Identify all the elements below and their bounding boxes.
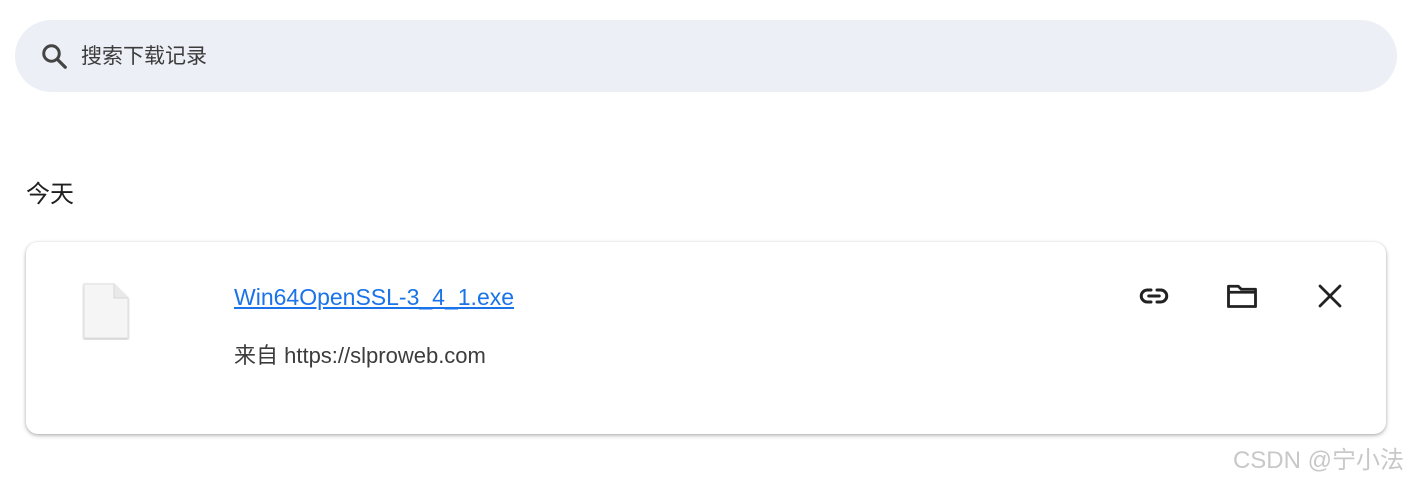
download-filename-link[interactable]: Win64OpenSSL-3_4_1.exe	[234, 284, 514, 311]
download-source-url: 来自 https://slproweb.com	[234, 343, 486, 368]
watermark: CSDN @宁小法	[1232, 447, 1404, 474]
copy-link-button[interactable]	[1134, 278, 1174, 318]
search-input[interactable]	[81, 44, 1281, 68]
download-item: Win64OpenSSL-3_4_1.exe 来自 https://slprow…	[26, 242, 1386, 434]
search-bar[interactable]	[15, 20, 1397, 92]
show-in-folder-button[interactable]	[1222, 278, 1262, 318]
folder-icon	[1224, 278, 1260, 318]
remove-download-button[interactable]	[1310, 278, 1350, 318]
file-icon	[82, 282, 130, 340]
link-icon	[1136, 278, 1172, 318]
search-icon[interactable]	[37, 39, 71, 73]
close-icon	[1315, 281, 1345, 315]
downloads-page: 今天 Win64OpenSSL-3_4_1.exe 来自 https://slp…	[0, 0, 1410, 480]
section-title-today: 今天	[26, 180, 74, 208]
